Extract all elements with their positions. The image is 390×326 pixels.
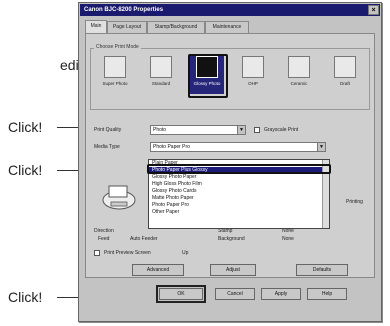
standard-icon (150, 56, 172, 78)
click-annotation-3: Click! (8, 289, 43, 305)
mode-ceramic[interactable]: Ceramic (282, 56, 316, 94)
mode-label: Super Photo (102, 81, 128, 86)
tab-main[interactable]: Main (85, 20, 107, 33)
feed-label: Feed (98, 236, 110, 242)
mode-standard[interactable]: Standard (144, 56, 178, 94)
mode-label: OHP (248, 81, 258, 86)
dropdown-option[interactable]: Glossy Photo Paper (149, 174, 329, 181)
dropdown-option[interactable]: Glossy Photo Cards (149, 188, 329, 195)
dropdown-selection-highlight (147, 164, 331, 174)
dropdown-option[interactable]: Other Paper (149, 209, 329, 216)
mode-draft[interactable]: Draft (328, 56, 362, 94)
mode-super-photo[interactable]: Super Photo (98, 56, 132, 94)
help-button[interactable]: Help (307, 288, 347, 300)
background-value: None (282, 236, 294, 242)
ohp-icon (242, 56, 264, 78)
media-type-value: Photo Paper Pro (153, 144, 190, 150)
cancel-button[interactable]: Cancel (215, 288, 255, 300)
print-mode-group-label: Choose Print Mode (94, 44, 141, 50)
defaults-button[interactable]: Defaults (296, 264, 348, 276)
mode-label: Draft (340, 81, 350, 86)
printer-icon (102, 185, 136, 210)
tab-maintenance[interactable]: Maintenance (205, 21, 249, 33)
window-title: Canon BJC-8200 Properties (84, 7, 164, 13)
media-type-select[interactable]: Photo Paper Pro ▼ (150, 142, 326, 152)
main-tab-panel: Choose Print Mode Super Photo Standard G… (85, 33, 375, 278)
ok-button[interactable]: OK (156, 285, 206, 303)
print-quality-select[interactable]: Photo ▼ (150, 125, 246, 135)
advanced-button[interactable]: Advanced (132, 264, 184, 276)
super-photo-icon (104, 56, 126, 78)
dropdown-option[interactable]: Photo Paper Pro (149, 202, 329, 209)
mode-label: Standard (151, 81, 171, 86)
direction-label: Direction (94, 228, 114, 234)
tab-page-layout[interactable]: Page Layout (107, 21, 147, 33)
dropdown-option[interactable]: Matte Photo Paper (149, 195, 329, 202)
grayscale-label: Grayscale Print (264, 127, 299, 133)
click-annotation-2: Click! (8, 162, 43, 178)
adjust-button[interactable]: Adjust (210, 264, 256, 276)
chevron-down-icon[interactable]: ▼ (237, 126, 245, 134)
print-quality-value: Photo (153, 127, 167, 133)
close-button[interactable]: × (368, 5, 379, 15)
media-type-label: Media Type (94, 144, 120, 150)
ceramic-icon (288, 56, 310, 78)
background-label: Background (218, 236, 245, 242)
orientation-value: Up (182, 250, 189, 256)
chevron-down-icon[interactable]: ▼ (317, 143, 325, 151)
draft-icon (334, 56, 356, 78)
grayscale-checkbox[interactable] (254, 127, 260, 133)
selected-mode-highlight (188, 54, 228, 98)
tab-bar: Main Page Layout Stamp/Background Mainte… (85, 20, 375, 33)
title-bar: Canon BJC-8200 Properties × (80, 4, 380, 16)
printing-label: Printing (346, 199, 363, 205)
print-quality-label: Print Quality (94, 127, 122, 133)
tab-stamp-background[interactable]: Stamp/Background (147, 21, 205, 33)
print-preview-label: Print Preview Screen (104, 250, 151, 256)
click-annotation-1: Click! (8, 119, 43, 135)
mode-label: Ceramic (290, 81, 308, 86)
mode-ohp[interactable]: OHP (236, 56, 270, 94)
auto-feeder-value: Auto Feeder (130, 236, 158, 242)
dropdown-option[interactable]: High Gloss Photo Film (149, 181, 329, 188)
apply-button[interactable]: Apply (261, 288, 301, 300)
print-preview-checkbox[interactable] (94, 250, 100, 256)
